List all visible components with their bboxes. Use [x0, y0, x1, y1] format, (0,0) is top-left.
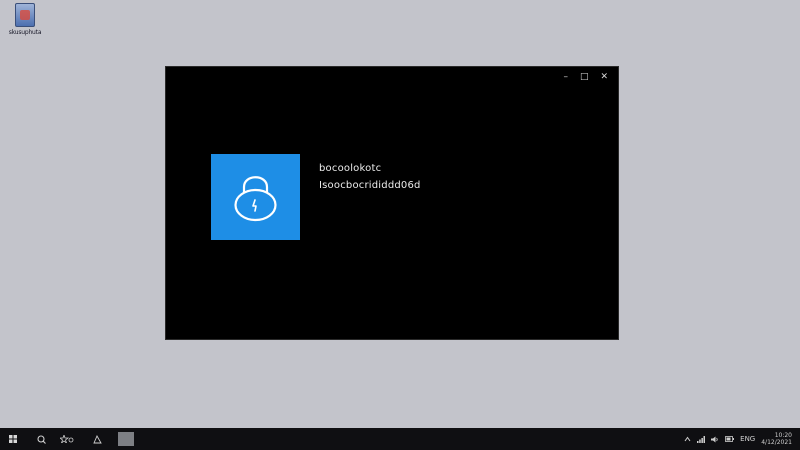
window-controls: – □ ✕ [563, 72, 608, 82]
lock-window: – □ ✕ bocoolokotc Isoocbocrididdd06d [166, 67, 618, 339]
task-view-button[interactable] [58, 428, 76, 450]
minimize-button[interactable]: – [563, 72, 568, 82]
desktop-icon-label: skusuphuta [8, 29, 42, 36]
desktop-icon[interactable]: skusuphuta [4, 3, 46, 36]
network-icon[interactable] [697, 435, 706, 443]
recycle-bin-icon [15, 3, 35, 27]
maximize-button[interactable]: □ [580, 72, 589, 82]
message-title: bocoolokotc [319, 163, 382, 174]
taskbar-app-thumbnail[interactable] [118, 432, 134, 446]
battery-icon[interactable] [725, 436, 735, 442]
clock-time: 10:20 [774, 432, 792, 439]
clock-date: 4/12/2021 [761, 439, 792, 446]
start-button[interactable] [6, 428, 20, 450]
search-button[interactable] [34, 428, 48, 450]
widgets-icon [92, 434, 102, 443]
close-button[interactable]: ✕ [600, 72, 608, 82]
lock-message: bocoolokotc Isoocbocrididdd06d [319, 163, 421, 191]
clock[interactable]: 10:20 4/12/2021 [761, 432, 792, 446]
task-view-icon [60, 435, 74, 443]
windows-start-icon [9, 435, 17, 443]
taskbar: ENG 10:20 4/12/2021 [0, 428, 800, 450]
system-tray: ENG 10:20 4/12/2021 [684, 428, 792, 450]
lock-icon [234, 176, 277, 222]
chevron-up-icon[interactable] [684, 436, 691, 442]
language-indicator[interactable]: ENG [740, 435, 755, 443]
search-icon [36, 434, 46, 444]
desktop: skusuphuta – □ ✕ bocoolokotc Isoocbocrid… [0, 0, 800, 428]
widgets-button[interactable] [90, 428, 104, 450]
message-subtitle: Isoocbocrididdd06d [319, 180, 421, 191]
volume-icon[interactable] [711, 436, 719, 443]
lock-tile [211, 154, 300, 240]
